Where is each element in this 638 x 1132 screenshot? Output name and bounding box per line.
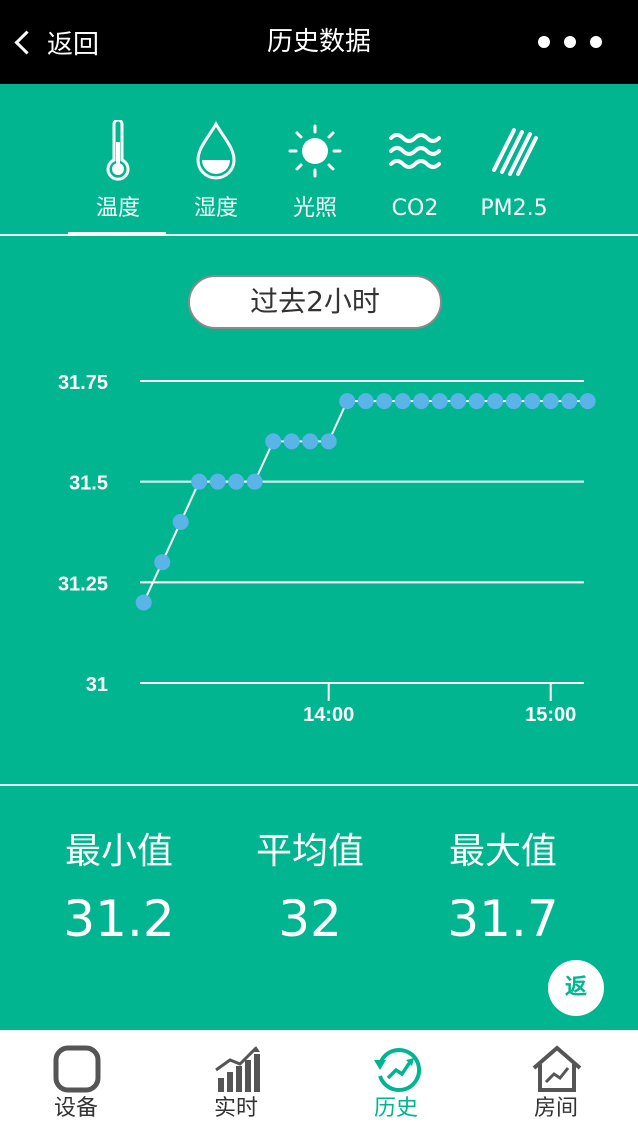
data-point (487, 393, 504, 410)
bottom-tab-bar: 设备 实时 历史 房间 (0, 1030, 638, 1132)
tab-label: 湿度 (193, 196, 238, 221)
temperature-history-chart: 31 31.25 31.5 31.75 14:00 15:00 (58, 372, 596, 726)
data-point (191, 473, 208, 490)
history-icon (374, 1048, 421, 1092)
data-point (579, 393, 596, 410)
stat-min: 最小值 31.2 (19, 828, 219, 954)
stat-max-label: 最大值 (448, 831, 557, 872)
data-point (283, 433, 300, 450)
waves-icon (389, 133, 441, 169)
data-point (450, 393, 467, 410)
data-point (413, 393, 430, 410)
data-point (524, 393, 541, 410)
room-house-icon (532, 1045, 582, 1092)
y-tick-label: 31.5 (69, 473, 108, 495)
data-point (505, 393, 522, 410)
data-point (357, 393, 374, 410)
tab-temperature[interactable]: 温度 (68, 84, 168, 234)
time-range-button[interactable]: 过去2小时 (188, 275, 442, 329)
tab-co2[interactable]: CO2 (365, 84, 465, 234)
thermometer-icon (106, 120, 130, 181)
stat-min-label: 最小值 (64, 831, 173, 872)
stat-avg: 平均值 32 (210, 828, 410, 954)
realtime-chart-icon (215, 1046, 260, 1092)
device-icon (53, 1045, 101, 1093)
metric-tabs: 温度 湿度 光照 CO2 PM2.5 (0, 84, 638, 236)
data-point (209, 473, 226, 490)
more-dot-icon (590, 36, 602, 48)
data-point (265, 433, 282, 450)
tabbar-item-history[interactable]: 历史 (336, 1030, 456, 1132)
data-point (339, 393, 356, 410)
stripes-icon (492, 128, 538, 176)
tabbar-label: 房间 (533, 1096, 578, 1121)
stat-avg-label: 平均值 (255, 831, 364, 872)
stats-panel: 最小值 31.2 平均值 32 最大值 31.7 (0, 828, 638, 948)
stat-max-value: 31.7 (447, 890, 559, 948)
tabbar-label: 设备 (53, 1096, 98, 1121)
y-tick-label: 31.25 (58, 573, 108, 595)
data-point (246, 473, 263, 490)
tabbar-label: 实时 (213, 1096, 258, 1121)
more-dot-icon (564, 36, 576, 48)
data-point (561, 393, 578, 410)
stat-avg-value: 32 (278, 890, 342, 948)
tab-humidity[interactable]: 湿度 (166, 84, 266, 234)
stat-min-value: 31.2 (63, 890, 175, 948)
data-point (320, 433, 337, 450)
tab-pm25[interactable]: PM2.5 (464, 84, 564, 234)
data-point (542, 393, 559, 410)
tab-label: 温度 (95, 196, 140, 221)
more-dot-icon (538, 36, 550, 48)
tab-label: CO2 (391, 196, 439, 221)
data-point (228, 473, 245, 490)
data-point (135, 594, 152, 611)
sun-icon (288, 124, 342, 178)
stat-max: 最大值 31.7 (403, 828, 603, 954)
y-tick-label: 31.75 (58, 372, 108, 394)
data-point (302, 433, 319, 450)
tab-label: 光照 (292, 196, 337, 221)
data-point (431, 393, 448, 410)
tab-label: PM2.5 (480, 196, 548, 221)
top-nav-bar: 返回 历史数据 (0, 0, 638, 84)
tabbar-item-device[interactable]: 设备 (16, 1030, 136, 1132)
data-point (376, 393, 393, 410)
data-point (468, 393, 485, 410)
tabbar-item-room[interactable]: 房间 (496, 1030, 616, 1132)
series-line (142, 400, 588, 603)
tabbar-label: 历史 (373, 1096, 418, 1121)
x-tick-label: 14:00 (303, 704, 354, 726)
tabs-divider (0, 234, 638, 236)
data-point (394, 393, 411, 410)
more-menu-button[interactable] (524, 36, 602, 48)
data-point (154, 554, 171, 571)
y-tick-label: 31 (86, 674, 108, 696)
data-point (172, 513, 189, 530)
x-tick-label: 15:00 (525, 704, 576, 726)
chart-divider (0, 784, 638, 786)
return-button[interactable]: 返 (548, 960, 604, 1016)
tabbar-item-realtime[interactable]: 实时 (176, 1030, 296, 1132)
water-drop-icon (196, 120, 236, 180)
tab-light[interactable]: 光照 (265, 84, 365, 234)
